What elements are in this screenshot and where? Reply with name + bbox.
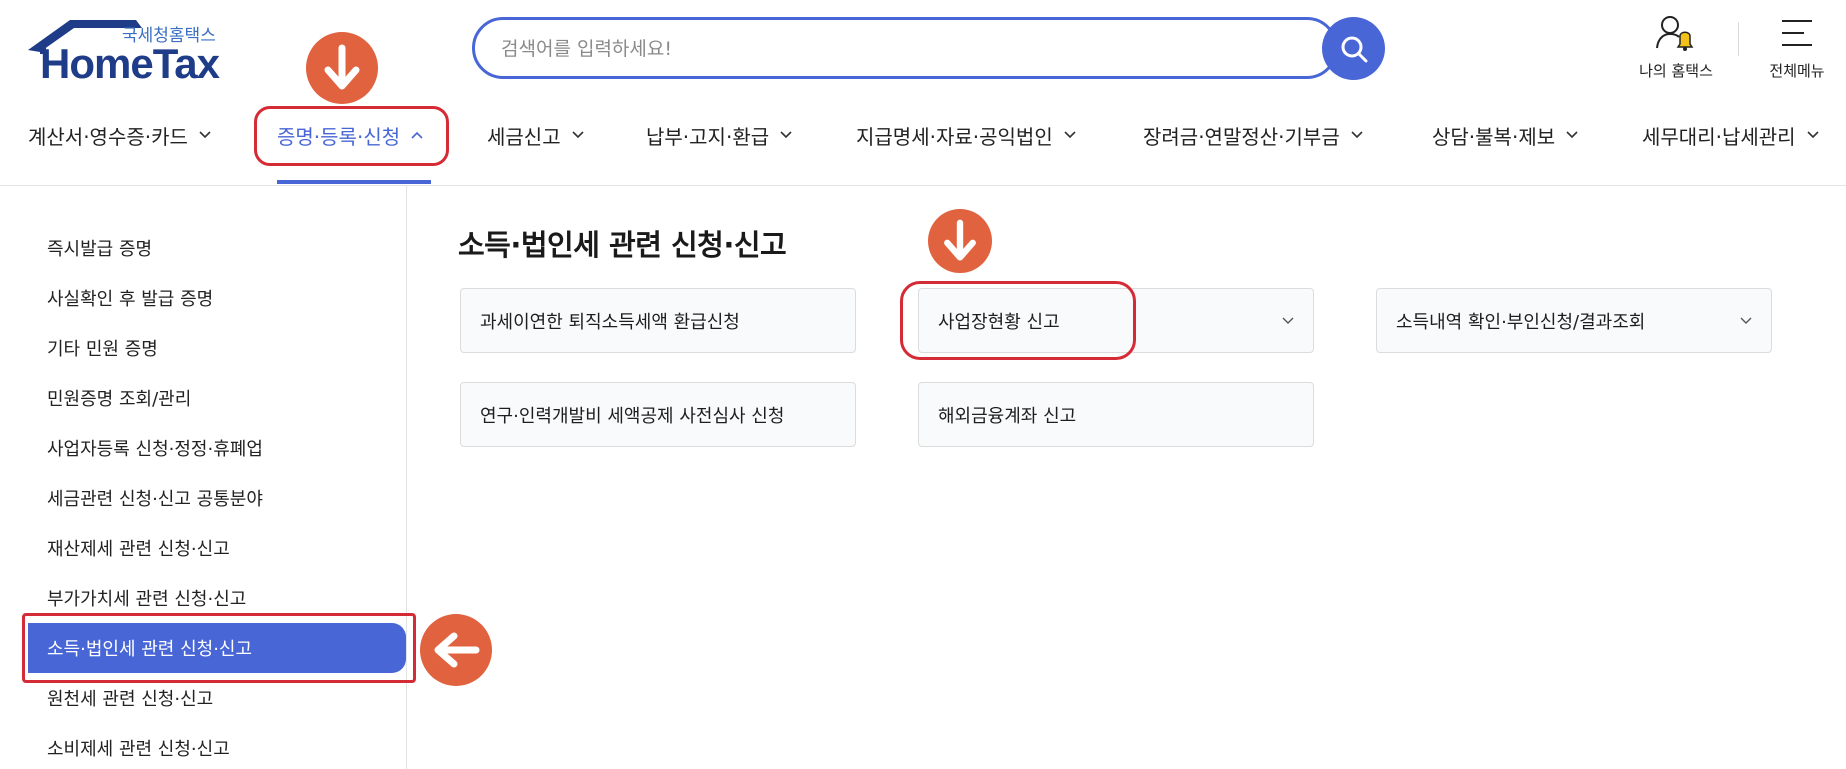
sidebar-item-label: 부가가치세 관련 신청·신고 — [47, 589, 247, 610]
chevron-down-icon — [1064, 131, 1076, 139]
sidebar-item-label: 원천세 관련 신청·신고 — [47, 689, 214, 710]
nav-item-tax-return[interactable]: 세금신고 — [487, 120, 585, 150]
header-divider — [1738, 22, 1739, 56]
nav-item-label: 납부·고지·환급 — [646, 124, 770, 149]
search-icon — [1341, 36, 1367, 62]
chevron-down-icon — [1740, 317, 1752, 324]
chevron-down-icon — [780, 131, 792, 139]
card-label: 해외금융계좌 신고 — [938, 405, 1077, 427]
all-menu-button[interactable]: 전체메뉴 — [1752, 14, 1842, 84]
nav-item-statement[interactable]: 지급명세·자료·공익법인 — [856, 120, 1077, 150]
sidebar-item-label: 소비제세 관련 신청·신고 — [47, 739, 230, 760]
annotation-box-card — [900, 281, 1136, 360]
annotation-box-sidebar — [22, 613, 416, 683]
chevron-down-icon — [1806, 131, 1819, 139]
nav-active-underline — [277, 180, 431, 184]
chevron-down-icon — [1566, 131, 1578, 139]
search-input[interactable] — [501, 34, 1261, 64]
chevron-down-icon — [199, 131, 211, 139]
nav-item-agent[interactable]: 세무대리·납세관리 — [1642, 120, 1820, 150]
nav-item-label: 세금신고 — [487, 124, 561, 149]
arrow-left-icon — [434, 632, 480, 668]
sidebar-item-cert-manage[interactable]: 민원증명 조회/관리 — [28, 373, 406, 423]
hometax-logo[interactable]: 국세청홈택스 HomeTax — [26, 18, 226, 87]
search-button[interactable] — [1322, 17, 1385, 80]
sidebar-item-label: 민원증명 조회/관리 — [47, 389, 192, 410]
arrow-left-annotation — [420, 614, 492, 686]
nav-item-consult[interactable]: 상담·불복·제보 — [1432, 120, 1579, 150]
sidebar-item-business-reg[interactable]: 사업자등록 신청·정정·휴폐업 — [28, 423, 406, 473]
sidebar-item-verified-cert[interactable]: 사실확인 후 발급 증명 — [28, 273, 406, 323]
chevron-down-icon — [572, 131, 584, 139]
all-menu-label: 전체메뉴 — [1769, 62, 1825, 80]
card-label: 연구·인력개발비 세액공제 사전심사 신청 — [480, 405, 785, 427]
sidebar-item-property-tax[interactable]: 재산제세 관련 신청·신고 — [28, 523, 406, 573]
sidebar-item-instant-cert[interactable]: 즉시발급 증명 — [28, 223, 406, 273]
nav-item-label: 상담·불복·제보 — [1432, 124, 1556, 149]
nav-item-label: 세무대리·납세관리 — [1642, 124, 1796, 149]
my-hometax-label: 나의 홈택스 — [1639, 62, 1713, 80]
nav-item-label: 장려금·연말정산·기부금 — [1143, 124, 1340, 149]
user-bell-icon — [1656, 16, 1694, 51]
sidebar-item-label: 사실확인 후 발급 증명 — [47, 289, 214, 310]
arrow-down-annotation — [928, 209, 992, 273]
arrow-down-icon — [324, 44, 360, 90]
nav-item-label: 계산서·영수증·카드 — [28, 124, 188, 149]
card-income-history[interactable]: 소득내역 확인·부인신청/결과조회 — [1376, 288, 1772, 353]
nav-item-incentive[interactable]: 장려금·연말정산·기부금 — [1143, 120, 1364, 150]
card-label: 소득내역 확인·부인신청/결과조회 — [1396, 311, 1646, 333]
sidebar-item-other-cert[interactable]: 기타 민원 증명 — [28, 323, 406, 373]
annotation-box-nav — [254, 106, 449, 166]
sidebar-item-consumption-tax[interactable]: 소비제세 관련 신청·신고 — [28, 723, 406, 769]
arrow-down-annotation — [306, 32, 378, 104]
card-retirement-refund[interactable]: 과세이연한 퇴직소득세액 환급신청 — [460, 288, 856, 353]
logo-title: HomeTax — [40, 40, 220, 87]
nav-item-payment[interactable]: 납부·고지·환급 — [646, 120, 793, 150]
arrow-down-icon — [944, 219, 976, 261]
sidebar-item-label: 기타 민원 증명 — [47, 339, 158, 360]
sidebar-item-label: 즉시발급 증명 — [47, 239, 153, 260]
hamburger-icon — [1782, 20, 1812, 46]
nav-item-label: 지급명세·자료·공익법인 — [856, 124, 1053, 149]
sidebar-item-label: 세금관련 신청·신고 공통분야 — [47, 489, 263, 510]
card-rd-credit-review[interactable]: 연구·인력개발비 세액공제 사전심사 신청 — [460, 382, 856, 447]
chevron-down-icon — [1351, 131, 1363, 139]
sidebar-item-label: 재산제세 관련 신청·신고 — [47, 539, 230, 560]
sidebar-item-tax-common[interactable]: 세금관련 신청·신고 공통분야 — [28, 473, 406, 523]
chevron-down-icon — [1282, 317, 1294, 324]
search-bar — [472, 17, 1338, 79]
sidebar-item-label: 사업자등록 신청·정정·휴폐업 — [47, 439, 263, 460]
card-overseas-account[interactable]: 해외금융계좌 신고 — [918, 382, 1314, 447]
my-hometax-button[interactable]: 나의 홈택스 — [1624, 14, 1728, 84]
card-label: 과세이연한 퇴직소득세액 환급신청 — [480, 311, 740, 333]
page-title: 소득·법인세 관련 신청·신고 — [458, 228, 787, 262]
nav-item-invoice[interactable]: 계산서·영수증·카드 — [28, 120, 212, 150]
